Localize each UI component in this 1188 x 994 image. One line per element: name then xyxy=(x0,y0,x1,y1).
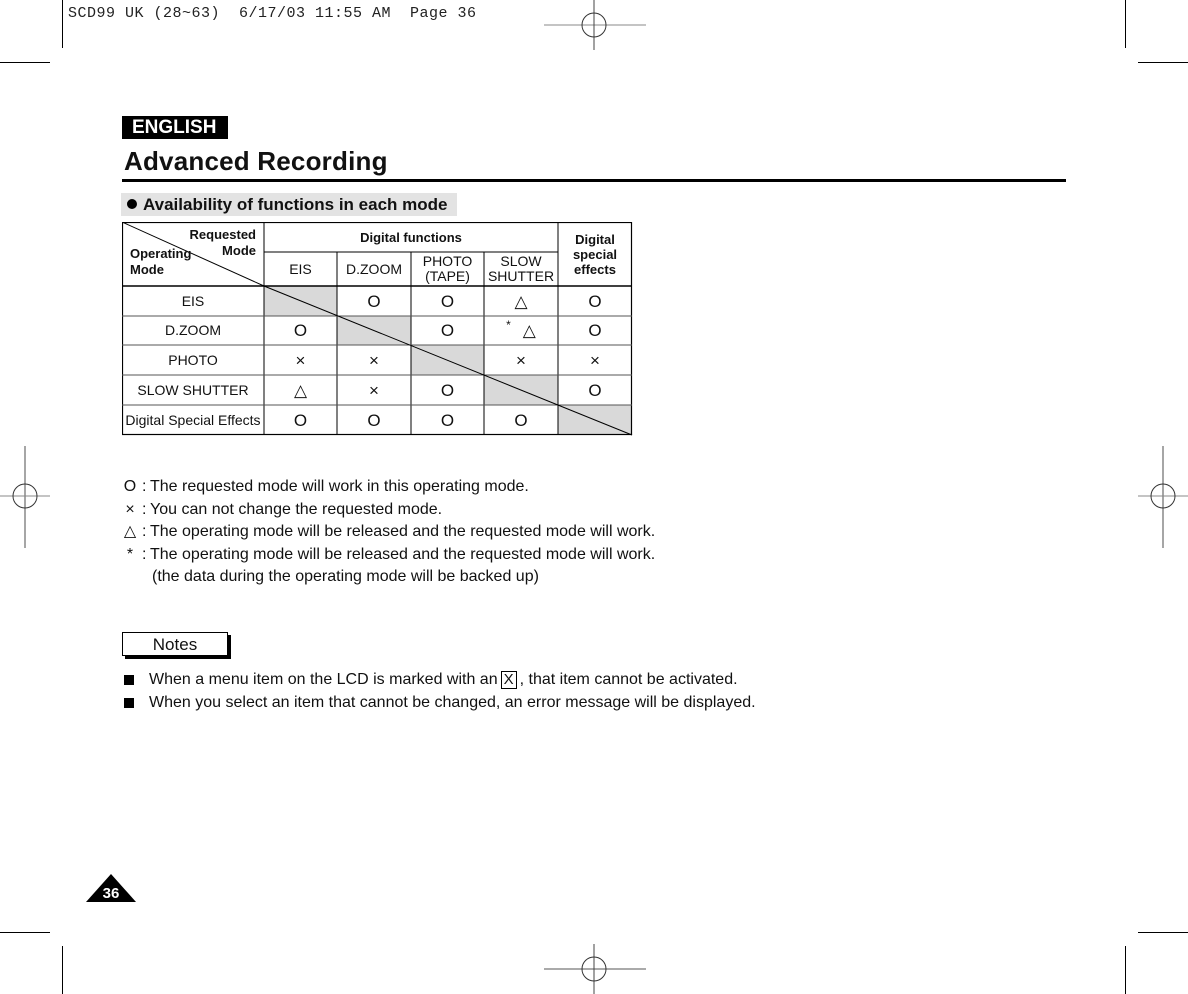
row-label: EIS xyxy=(181,292,205,309)
crop-mark xyxy=(0,62,50,63)
page-number: 36 xyxy=(103,885,120,902)
column-header: D.ZOOM xyxy=(337,252,411,286)
availability-cell: × xyxy=(369,380,379,400)
column-header: EIS xyxy=(264,252,337,286)
column-header-line: PHOTO xyxy=(422,253,473,269)
crop-mark xyxy=(1125,946,1126,994)
crop-mark xyxy=(62,946,63,994)
legend-text: The operating mode will be released and … xyxy=(150,523,656,540)
availability-cell: O xyxy=(440,321,455,340)
availability-cell: * △ xyxy=(484,316,558,345)
section-heading: Availability of functions in each mode xyxy=(121,193,457,216)
corner-mode: Mode xyxy=(222,243,256,258)
square-bullet-icon xyxy=(124,697,134,708)
triangle-symbol: △ xyxy=(522,321,536,340)
availability-cell: O xyxy=(367,410,381,430)
column-header-line: SLOW xyxy=(500,253,542,269)
column-header-line: EIS xyxy=(289,260,312,277)
legend-item: ×: You can not change the requested mode. xyxy=(118,499,655,522)
header-line: Digital xyxy=(575,231,615,247)
availability-cell: O xyxy=(367,291,381,311)
legend-item: *: The operating mode will be released an… xyxy=(118,544,655,567)
availability-cell: O xyxy=(588,380,602,400)
registration-mark-top xyxy=(544,0,646,50)
availability-cell: O xyxy=(440,410,455,430)
print-slug: SCD99 UK (28~63) 6/17/03 11:55 AM Page 3… xyxy=(68,5,477,22)
crop-mark xyxy=(1138,62,1188,63)
header-line: effects xyxy=(574,261,616,277)
registration-mark-right xyxy=(1138,446,1188,548)
asterisk-symbol: * xyxy=(126,545,134,563)
header-digital-special-effects: Digital special effects xyxy=(558,222,632,286)
availability-cell: O xyxy=(588,321,602,340)
availability-table: Requested Mode Operating Mode Digital fu… xyxy=(122,222,633,436)
registration-mark-left xyxy=(0,446,50,548)
column-header-line: (TAPE) xyxy=(425,268,470,284)
row-label: SLOW SHUTTER xyxy=(137,381,249,398)
corner-requested: Requested xyxy=(189,227,256,242)
availability-cell: O xyxy=(293,410,308,430)
note-text: , that item cannot be activated. xyxy=(519,671,738,688)
availability-cell: O xyxy=(588,291,602,311)
square-bullet-icon xyxy=(124,675,134,686)
availability-cell: △ xyxy=(514,291,528,311)
asterisk-mark: * xyxy=(506,318,511,332)
corner-operating-mode: Mode xyxy=(130,262,164,277)
legend-text: The operating mode will be released and … xyxy=(150,545,656,563)
group-header-digital-functions: Digital functions xyxy=(360,229,462,245)
boxed-x-icon: X xyxy=(500,671,517,690)
crop-mark xyxy=(1138,932,1188,933)
note-text: When a menu item on the LCD is marked wi… xyxy=(149,671,498,688)
availability-cell: O xyxy=(293,321,308,340)
note-text: When you select an item that cannot be c… xyxy=(149,693,756,711)
column-header-line: SHUTTER xyxy=(487,268,555,284)
page-title: Advanced Recording xyxy=(124,146,388,176)
registration-mark-bottom xyxy=(544,944,646,994)
notes-list: When a menu item on the LCD is marked wi… xyxy=(122,669,756,714)
cross-symbol: × xyxy=(125,500,135,518)
title-rule xyxy=(122,179,1066,182)
availability-cell: △ xyxy=(293,380,308,400)
column-header: PHOTO (TAPE) xyxy=(411,252,484,286)
legend-text: The requested mode will work in this ope… xyxy=(150,478,529,495)
header-line: special xyxy=(572,246,618,262)
legend-note: (the data during the operating mode will… xyxy=(152,568,539,585)
corner-operating: Operating xyxy=(130,246,192,261)
note-item: When you select an item that cannot be c… xyxy=(122,692,756,715)
language-tab: ENGLISH xyxy=(122,116,228,139)
row-label: PHOTO xyxy=(168,351,218,368)
availability-cell: O xyxy=(514,410,528,430)
note-item: When a menu item on the LCD is marked wi… xyxy=(122,669,756,692)
availability-cell: × xyxy=(590,350,600,370)
section-heading-text: Availability of functions in each mode xyxy=(143,195,448,214)
availability-cell: × xyxy=(516,350,526,370)
legend-item: O: The requested mode will work in this o… xyxy=(118,476,655,499)
row-label: Digital Special Effects xyxy=(125,411,261,428)
page-number-badge: 36 xyxy=(86,874,136,902)
column-header: SLOW SHUTTER xyxy=(484,252,558,286)
triangle-symbol: △ xyxy=(123,523,137,540)
symbol-legend: O: The requested mode will work in this o… xyxy=(118,476,655,589)
bullet-icon xyxy=(127,199,137,209)
legend-text: You can not change the requested mode. xyxy=(150,500,443,518)
notes-label: Notes xyxy=(122,632,228,656)
row-label: D.ZOOM xyxy=(165,322,221,338)
legend-item: △: The operating mode will be released an… xyxy=(118,521,655,544)
circle-symbol: O xyxy=(123,478,137,495)
crop-mark xyxy=(1125,0,1126,48)
column-header-line: D.ZOOM xyxy=(346,260,402,277)
availability-cell: O xyxy=(440,291,455,311)
availability-cell: O xyxy=(440,380,455,400)
availability-cell: × xyxy=(369,350,379,370)
availability-cell: × xyxy=(295,350,306,370)
crop-mark xyxy=(62,0,63,48)
crop-mark xyxy=(0,932,50,933)
